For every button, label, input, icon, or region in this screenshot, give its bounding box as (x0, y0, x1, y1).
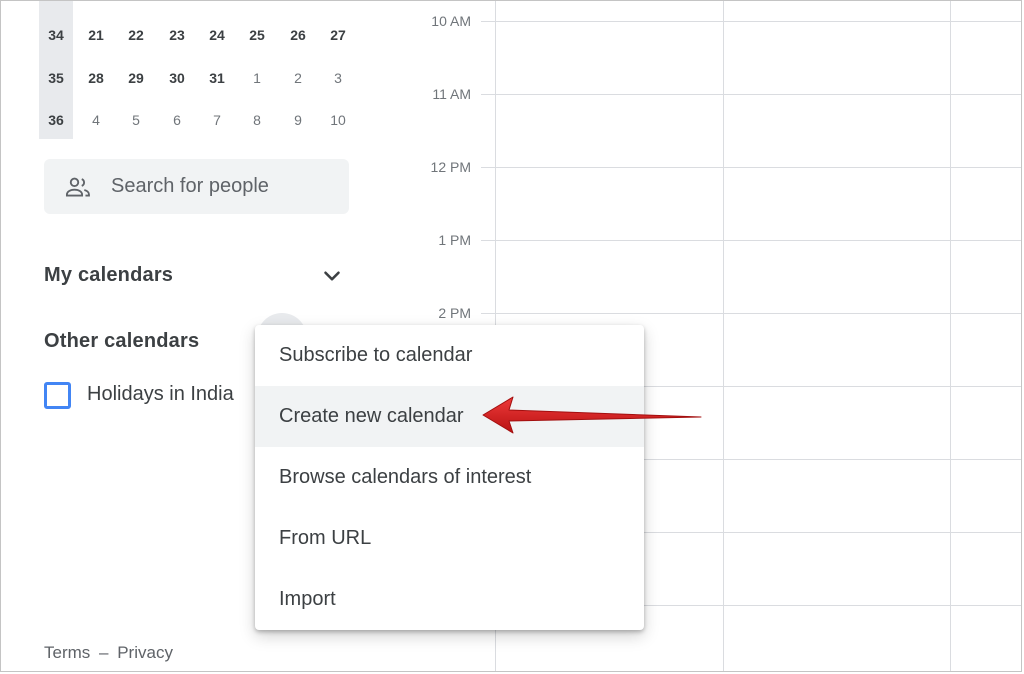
week-number[interactable]: 36 (39, 98, 73, 141)
mini-calendar-day[interactable]: 10 (318, 98, 358, 141)
calendar-window: 34 21 22 23 24 25 26 27 35 28 29 30 31 1… (0, 0, 1022, 672)
menu-item-from-url[interactable]: From URL (255, 508, 644, 569)
menu-item-subscribe[interactable]: Subscribe to calendar (255, 325, 644, 386)
my-calendars-heading[interactable]: My calendars (44, 264, 173, 287)
mini-calendar-day[interactable]: 3 (318, 56, 358, 99)
menu-item-browse-calendars[interactable]: Browse calendars of interest (255, 447, 644, 508)
hour-gridline (481, 167, 1021, 168)
terms-link[interactable]: Terms (44, 643, 90, 662)
hour-gridline (481, 21, 1021, 22)
other-calendars-heading[interactable]: Other calendars (44, 330, 199, 353)
mini-calendar-day[interactable]: 30 (157, 56, 197, 99)
time-label: 12 PM (430, 159, 471, 175)
holidays-checkbox[interactable] (44, 382, 71, 409)
mini-calendar-day[interactable]: 1 (237, 56, 277, 99)
footer-links: Terms – Privacy (44, 643, 173, 663)
privacy-link[interactable]: Privacy (117, 643, 173, 662)
chevron-down-icon[interactable] (319, 263, 345, 289)
mini-calendar-day[interactable]: 25 (237, 13, 277, 56)
hour-gridline (481, 94, 1021, 95)
mini-calendar-week-row: 34 21 22 23 24 25 26 27 (39, 13, 359, 56)
menu-item-import[interactable]: Import (255, 569, 644, 630)
mini-calendar-day[interactable]: 7 (197, 98, 237, 141)
week-number[interactable]: 34 (39, 13, 73, 56)
mini-calendar-day[interactable]: 21 (76, 13, 116, 56)
week-number[interactable]: 35 (39, 56, 73, 99)
mini-calendar-day[interactable]: 24 (197, 13, 237, 56)
annotation-arrow-icon (482, 396, 702, 434)
search-people-input[interactable]: Search for people (44, 159, 349, 214)
mini-calendar-day[interactable]: 27 (318, 13, 358, 56)
search-placeholder: Search for people (111, 175, 269, 197)
hour-gridline (481, 240, 1021, 241)
footer-separator: – (99, 643, 109, 662)
hour-gridline (481, 313, 1021, 314)
mini-calendar-day[interactable]: 8 (237, 98, 277, 141)
time-label: 2 PM (438, 305, 471, 321)
day-column-divider (723, 1, 724, 671)
mini-calendar-day[interactable]: 5 (116, 98, 156, 141)
people-icon (65, 177, 90, 196)
mini-calendar-day[interactable]: 31 (197, 56, 237, 99)
add-calendar-menu: Subscribe to calendar Create new calenda… (255, 325, 644, 630)
mini-calendar-day[interactable]: 26 (278, 13, 318, 56)
mini-calendar-day[interactable]: 6 (157, 98, 197, 141)
time-label: 10 AM (431, 13, 471, 29)
mini-calendar-week-row: 36 4 5 6 7 8 9 10 (39, 98, 359, 141)
time-label: 1 PM (438, 232, 471, 248)
calendar-item-label[interactable]: Holidays in India (87, 383, 234, 406)
time-label: 11 AM (432, 86, 471, 102)
mini-calendar-day[interactable]: 2 (278, 56, 318, 99)
mini-calendar-day[interactable]: 9 (278, 98, 318, 141)
mini-calendar-day[interactable]: 23 (157, 13, 197, 56)
mini-calendar-day[interactable]: 22 (116, 13, 156, 56)
day-column-divider (950, 1, 951, 671)
mini-calendar-day[interactable]: 28 (76, 56, 116, 99)
mini-calendar-day[interactable]: 29 (116, 56, 156, 99)
mini-calendar-day[interactable]: 4 (76, 98, 116, 141)
mini-calendar-week-row: 35 28 29 30 31 1 2 3 (39, 56, 359, 99)
